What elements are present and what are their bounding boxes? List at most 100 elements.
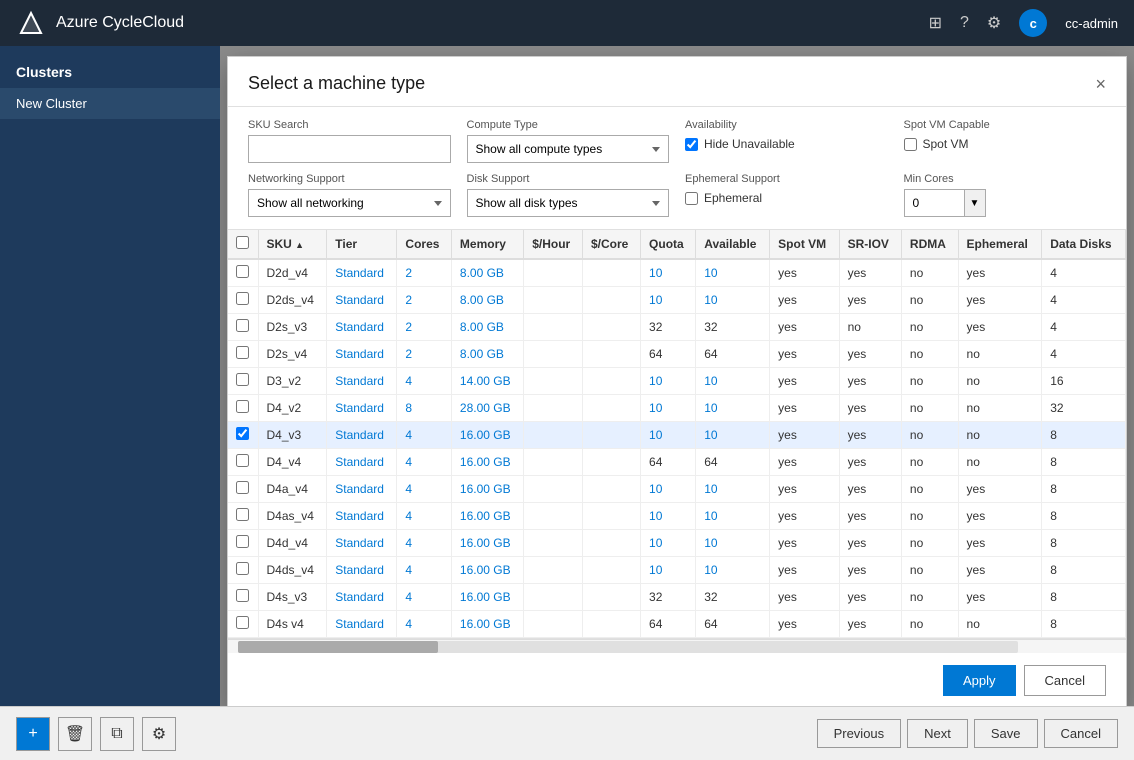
row-checkbox[interactable]: [236, 265, 249, 278]
row-checkbox[interactable]: [236, 481, 249, 494]
modal-close-button[interactable]: ×: [1095, 75, 1106, 93]
ephemeral-label[interactable]: Ephemeral: [704, 191, 762, 205]
row-checkbox-cell[interactable]: [228, 314, 258, 341]
row-checkbox[interactable]: [236, 616, 249, 629]
add-button[interactable]: +: [16, 717, 50, 751]
row-checkbox[interactable]: [236, 589, 249, 602]
min-cores-dropdown-button[interactable]: ▼: [964, 189, 986, 217]
ephemeral-checkbox[interactable]: [685, 192, 698, 205]
hide-unavailable-checkbox[interactable]: [685, 138, 698, 151]
row-checkbox[interactable]: [236, 400, 249, 413]
table-row[interactable]: D4s_v3 Standard 4 16.00 GB 32 32 yes yes…: [228, 584, 1126, 611]
avatar[interactable]: c: [1019, 9, 1047, 37]
table-row[interactable]: D4as_v4 Standard 4 16.00 GB 10 10 yes ye…: [228, 503, 1126, 530]
table-row[interactable]: D2s_v4 Standard 2 8.00 GB 64 64 yes yes …: [228, 341, 1126, 368]
table-row[interactable]: D2d_v4 Standard 2 8.00 GB 10 10 yes yes …: [228, 259, 1126, 287]
col-memory[interactable]: Memory: [451, 230, 523, 259]
row-checkbox[interactable]: [236, 319, 249, 332]
row-per-core: [582, 503, 640, 530]
row-checkbox[interactable]: [236, 373, 249, 386]
row-checkbox[interactable]: [236, 292, 249, 305]
modal-cancel-button[interactable]: Cancel: [1024, 665, 1106, 696]
table-row[interactable]: D4_v4 Standard 4 16.00 GB 64 64 yes yes …: [228, 449, 1126, 476]
col-data-disks[interactable]: Data Disks: [1042, 230, 1126, 259]
scrollbar-thumb[interactable]: [238, 641, 438, 653]
row-checkbox[interactable]: [236, 346, 249, 359]
col-spot-vm[interactable]: Spot VM: [770, 230, 839, 259]
col-ephemeral[interactable]: Ephemeral: [958, 230, 1042, 259]
sku-search-input[interactable]: [248, 135, 451, 163]
delete-button[interactable]: 🗑: [58, 717, 92, 751]
row-checkbox-cell[interactable]: [228, 503, 258, 530]
row-checkbox-cell[interactable]: [228, 557, 258, 584]
row-checkbox-cell[interactable]: [228, 395, 258, 422]
row-checkbox-cell[interactable]: [228, 287, 258, 314]
row-checkbox-cell[interactable]: [228, 368, 258, 395]
table-row[interactable]: D2ds_v4 Standard 2 8.00 GB 10 10 yes yes…: [228, 287, 1126, 314]
previous-button[interactable]: Previous: [817, 719, 902, 748]
table-row[interactable]: D3_v2 Standard 4 14.00 GB 10 10 yes yes …: [228, 368, 1126, 395]
col-rdma[interactable]: RDMA: [901, 230, 958, 259]
settings-button[interactable]: ⚙: [142, 717, 176, 751]
col-quota[interactable]: Quota: [641, 230, 696, 259]
row-checkbox-cell[interactable]: [228, 476, 258, 503]
col-per-hour[interactable]: $/Hour: [524, 230, 583, 259]
copy-button[interactable]: ⧉: [100, 717, 134, 751]
row-checkbox-cell[interactable]: [228, 584, 258, 611]
spot-vm-label[interactable]: Spot VM: [923, 137, 969, 151]
row-spot-vm: yes: [770, 422, 839, 449]
table-row[interactable]: D4_v3 Standard 4 16.00 GB 10 10 yes yes …: [228, 422, 1126, 449]
row-sr-iov: yes: [839, 287, 901, 314]
help-icon[interactable]: ?: [960, 14, 969, 32]
spot-vm-checkbox[interactable]: [904, 138, 917, 151]
row-checkbox[interactable]: [236, 454, 249, 467]
table-row[interactable]: D4s v4 Standard 4 16.00 GB 64 64 yes yes…: [228, 611, 1126, 638]
networking-support-select[interactable]: Show all networking Show networking Acce…: [248, 189, 451, 217]
row-checkbox-cell[interactable]: [228, 611, 258, 638]
select-all-checkbox[interactable]: [236, 236, 249, 249]
apply-button[interactable]: Apply: [943, 665, 1016, 696]
col-tier[interactable]: Tier: [327, 230, 397, 259]
row-checkbox-cell[interactable]: [228, 259, 258, 287]
col-cores[interactable]: Cores: [397, 230, 451, 259]
row-checkbox[interactable]: [236, 508, 249, 521]
grid-icon[interactable]: ⊞: [929, 13, 942, 33]
row-checkbox[interactable]: [236, 535, 249, 548]
azure-logo-icon: [16, 8, 46, 38]
user-name: cc-admin: [1065, 16, 1118, 31]
row-tier: Standard: [327, 476, 397, 503]
table-row[interactable]: D4d_v4 Standard 4 16.00 GB 10 10 yes yes…: [228, 530, 1126, 557]
cancel-button[interactable]: Cancel: [1044, 719, 1118, 748]
row-available: 64: [696, 449, 770, 476]
save-button[interactable]: Save: [974, 719, 1038, 748]
next-button[interactable]: Next: [907, 719, 968, 748]
availability-group: Availability Hide Unavailable: [685, 119, 888, 163]
row-memory: 16.00 GB: [451, 476, 523, 503]
horizontal-scrollbar[interactable]: [228, 639, 1126, 653]
hide-unavailable-label[interactable]: Hide Unavailable: [704, 137, 795, 151]
row-checkbox[interactable]: [236, 562, 249, 575]
col-sku[interactable]: SKU: [258, 230, 327, 259]
table-row[interactable]: D4ds_v4 Standard 4 16.00 GB 10 10 yes ye…: [228, 557, 1126, 584]
col-per-core[interactable]: $/Core: [582, 230, 640, 259]
table-row[interactable]: D2s_v3 Standard 2 8.00 GB 32 32 yes no n…: [228, 314, 1126, 341]
gear-icon[interactable]: ⚙: [987, 13, 1001, 33]
row-sku: D4as_v4: [258, 503, 327, 530]
row-checkbox-cell[interactable]: [228, 530, 258, 557]
machine-type-modal: Select a machine type × SKU Search Compu…: [227, 56, 1127, 706]
disk-support-select[interactable]: Show all disk types SSD HDD: [467, 189, 670, 217]
row-checkbox-cell[interactable]: [228, 341, 258, 368]
compute-type-select[interactable]: Show all compute types Standard High Mem…: [467, 135, 670, 163]
table-row[interactable]: D4_v2 Standard 8 28.00 GB 10 10 yes yes …: [228, 395, 1126, 422]
row-checkbox[interactable]: [236, 427, 249, 440]
col-sr-iov[interactable]: SR-IOV: [839, 230, 901, 259]
sidebar-item-new-cluster[interactable]: New Cluster: [0, 88, 220, 119]
min-cores-input[interactable]: [904, 189, 964, 217]
table-row[interactable]: D4a_v4 Standard 4 16.00 GB 10 10 yes yes…: [228, 476, 1126, 503]
row-checkbox-cell[interactable]: [228, 422, 258, 449]
row-per-hour: [524, 530, 583, 557]
hide-unavailable-row: Hide Unavailable: [685, 137, 888, 151]
col-available[interactable]: Available: [696, 230, 770, 259]
row-rdma: no: [901, 314, 958, 341]
row-checkbox-cell[interactable]: [228, 449, 258, 476]
